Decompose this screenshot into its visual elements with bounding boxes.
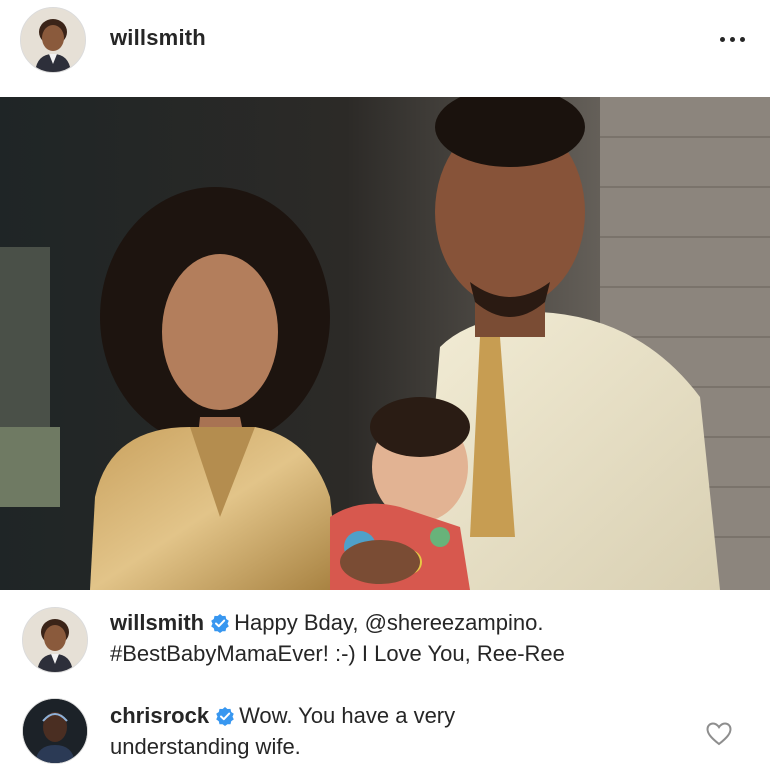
more-dot xyxy=(729,36,735,42)
comment-author[interactable]: willsmith xyxy=(110,610,204,635)
verified-badge-icon xyxy=(216,707,234,726)
avatar-portrait-icon xyxy=(23,699,87,763)
commenter-avatar[interactable] xyxy=(22,607,88,673)
comment-line-2: #BestBabyMamaEver! :-) I Love You, Ree-R… xyxy=(110,641,565,666)
comment-author[interactable]: chrisrock xyxy=(110,703,209,728)
comment-line-1: Happy Bday, @shereezampino. xyxy=(234,610,544,635)
comment-item: chrisrock Wow. You have a very understand… xyxy=(0,696,770,764)
commenter-avatar[interactable] xyxy=(22,698,88,764)
comment-line-2: understanding wife. xyxy=(110,734,301,759)
avatar-portrait-icon xyxy=(23,608,87,672)
more-dot xyxy=(739,36,745,42)
comment-text: chrisrock Wow. You have a very understand… xyxy=(110,700,670,762)
author-username[interactable]: willsmith xyxy=(110,25,206,51)
verified-badge-icon xyxy=(211,614,229,633)
more-options-icon[interactable] xyxy=(712,24,752,54)
author-avatar[interactable] xyxy=(20,7,86,73)
family-portrait-image xyxy=(0,97,770,590)
post-photo[interactable] xyxy=(0,97,770,590)
post-header: willsmith xyxy=(0,0,770,92)
caption-comment: willsmith Happy Bday, @shereezampino. #Be… xyxy=(0,603,770,683)
comment-text: willsmith Happy Bday, @shereezampino. #Be… xyxy=(110,607,670,669)
more-dot xyxy=(719,36,725,42)
comment-line-1: Wow. You have a very xyxy=(239,703,456,728)
avatar-portrait-icon xyxy=(21,8,85,72)
like-heart-icon[interactable] xyxy=(706,722,732,746)
